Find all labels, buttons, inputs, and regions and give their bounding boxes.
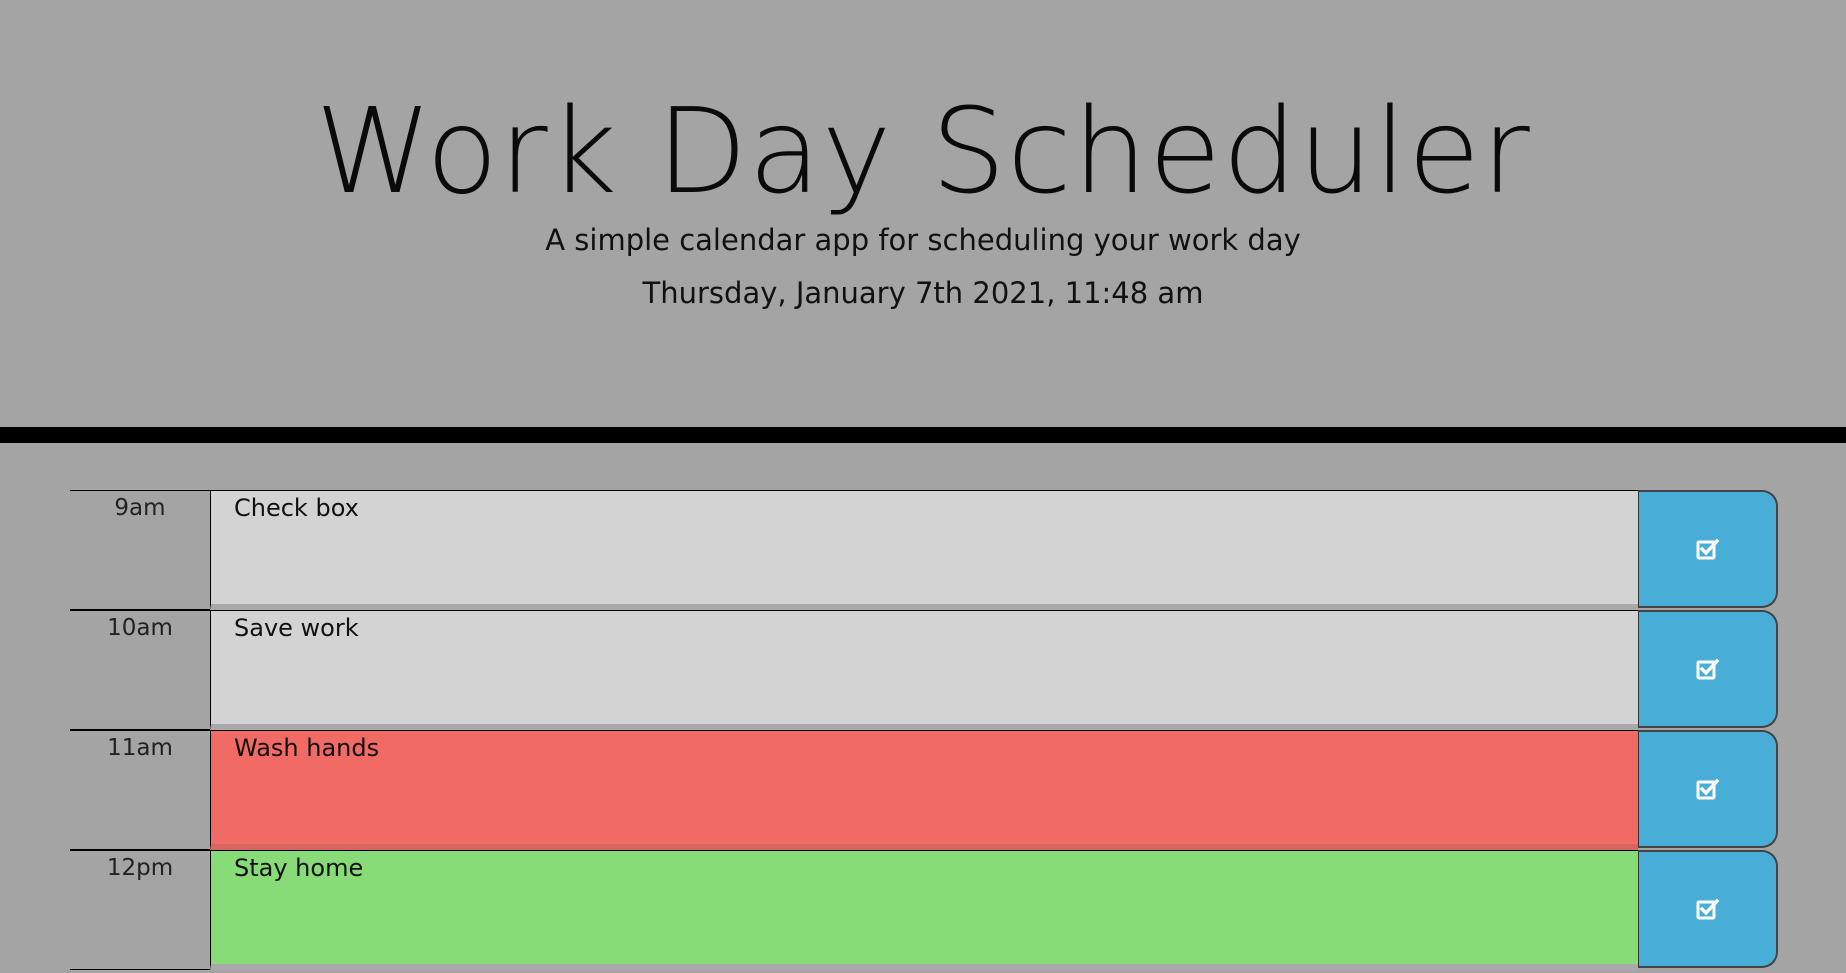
page-subtitle: A simple calendar app for scheduling you… (545, 223, 1301, 257)
page-title: Work Day Scheduler (315, 82, 1531, 220)
header-divider (0, 427, 1846, 443)
description-textarea[interactable]: Stay home (210, 850, 1638, 970)
time-block: 12pm Stay home (70, 850, 1778, 970)
time-block: 10am Save work (70, 610, 1778, 730)
header-jumbotron: Work Day Scheduler A simple calendar app… (0, 0, 1846, 427)
description-textarea[interactable]: Check box (210, 490, 1638, 610)
time-block-list: 9am Check box 10am Save work 11am Wash h… (70, 490, 1778, 970)
save-button[interactable] (1638, 730, 1778, 848)
save-check-icon (1696, 658, 1720, 680)
save-check-icon (1696, 778, 1720, 800)
save-check-icon (1696, 898, 1720, 920)
hour-label: 9am (70, 490, 210, 610)
save-check-icon (1696, 538, 1720, 560)
time-block: 9am Check box (70, 490, 1778, 610)
hour-label: 11am (70, 730, 210, 850)
hour-label: 12pm (70, 850, 210, 970)
description-textarea[interactable]: Wash hands (210, 730, 1638, 850)
current-day: Thursday, January 7th 2021, 11:48 am (642, 276, 1204, 310)
save-button[interactable] (1638, 610, 1778, 728)
description-textarea[interactable]: Save work (210, 610, 1638, 730)
save-button[interactable] (1638, 850, 1778, 968)
time-block: 11am Wash hands (70, 730, 1778, 850)
save-button[interactable] (1638, 490, 1778, 608)
hour-label: 10am (70, 610, 210, 730)
